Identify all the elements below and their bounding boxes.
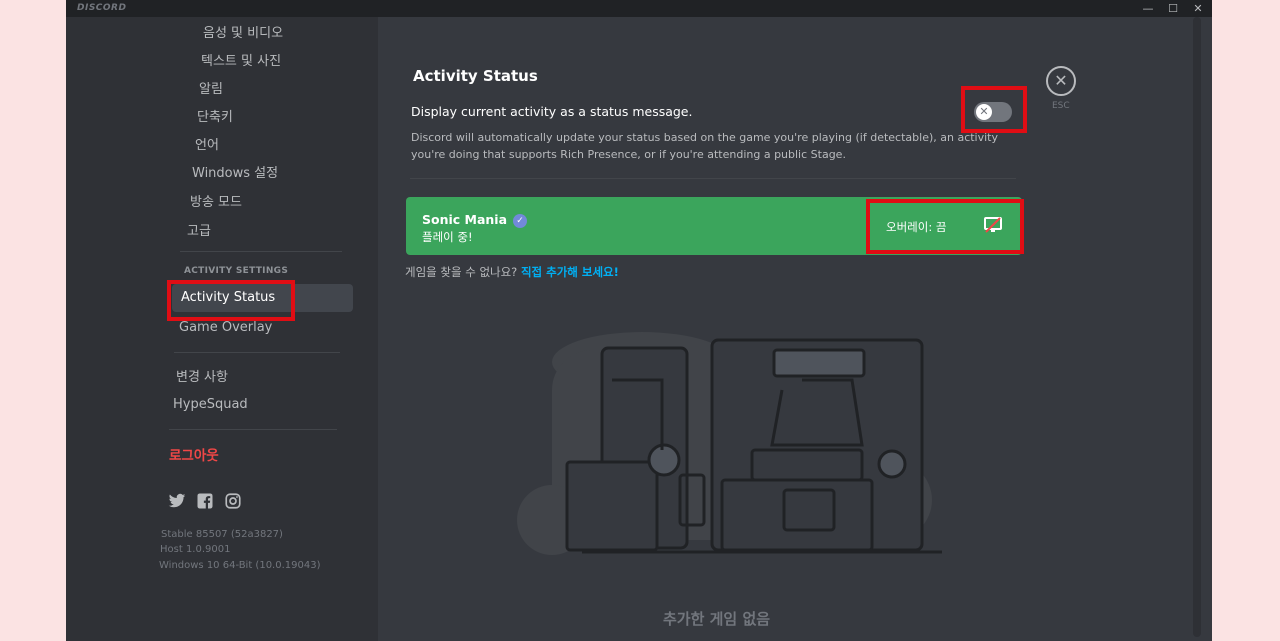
highlight-box-activity-status: [167, 280, 295, 321]
highlight-box-overlay: [866, 199, 1024, 254]
sidebar-item-text-images[interactable]: 텍스트 및 사진: [201, 50, 281, 69]
game-status: 플레이 중!: [422, 230, 473, 244]
logout-button[interactable]: 로그아웃: [169, 444, 219, 464]
sidebar-item-hypesquad[interactable]: HypeSquad: [173, 397, 248, 412]
minimize-button[interactable]: —: [1136, 0, 1160, 17]
sidebar-item-windows-settings[interactable]: Windows 설정: [192, 162, 278, 181]
sidebar-item-voice-video[interactable]: 음성 및 비디오: [203, 22, 283, 41]
verified-check-icon: ✓: [513, 213, 528, 228]
title-bar: DISCORD — ☐ ✕: [66, 0, 1212, 17]
instagram-icon[interactable]: [224, 492, 242, 510]
activity-toggle-label: Display current activity as a status mes…: [411, 104, 693, 119]
add-game-link[interactable]: 직접 추가해 보세요!: [521, 265, 619, 279]
help-prefix: 게임을 찾을 수 없나요?: [405, 265, 521, 279]
sidebar-item-change-log[interactable]: 변경 사항: [176, 366, 228, 385]
no-games-label: 추가한 게임 없음: [663, 610, 771, 628]
activity-settings-header: ACTIVITY SETTINGS: [184, 266, 289, 276]
sidebar-divider: [169, 429, 337, 430]
activity-description: Discord will automatically update your s…: [411, 131, 998, 161]
add-game-help: 게임을 찾을 수 없나요? 직접 추가해 보세요!: [405, 264, 619, 280]
highlight-box-toggle: [961, 86, 1027, 133]
sidebar-item-game-overlay[interactable]: Game Overlay: [179, 320, 272, 335]
version-line: Stable 85507 (52a3827): [161, 529, 283, 540]
sidebar-item-streamer-mode[interactable]: 방송 모드: [190, 191, 242, 210]
close-window-button[interactable]: ✕: [1186, 0, 1210, 17]
content-divider: [410, 178, 1016, 179]
facebook-icon[interactable]: [196, 492, 214, 510]
game-name-text: Sonic Mania: [422, 212, 508, 227]
version-line: Windows 10 64-Bit (10.0.19043): [159, 560, 321, 571]
version-line: Host 1.0.9001: [160, 544, 231, 555]
arcade-illustration: [517, 332, 942, 555]
discord-window: DISCORD — ☐ ✕ 음성 및 비디오 텍스트 및 사진 알림 단축키 언…: [66, 0, 1212, 641]
game-name: Sonic Mania ✓: [422, 212, 528, 228]
twitter-icon[interactable]: [168, 492, 186, 510]
scrollbar[interactable]: [1193, 17, 1201, 637]
sidebar-item-advanced[interactable]: 고급: [187, 220, 211, 239]
sidebar-item-notifications[interactable]: 알림: [199, 78, 223, 97]
close-settings-button[interactable]: ✕: [1046, 66, 1076, 96]
app-brand: DISCORD: [77, 3, 127, 13]
sidebar-divider: [174, 352, 340, 353]
page-title: Activity Status: [413, 67, 538, 85]
esc-label: ESC: [1052, 101, 1070, 111]
sidebar-item-language[interactable]: 언어: [195, 134, 219, 153]
maximize-button[interactable]: ☐: [1161, 0, 1185, 17]
sidebar-divider: [180, 251, 342, 252]
sidebar-item-keybinds[interactable]: 단축키: [197, 106, 233, 125]
